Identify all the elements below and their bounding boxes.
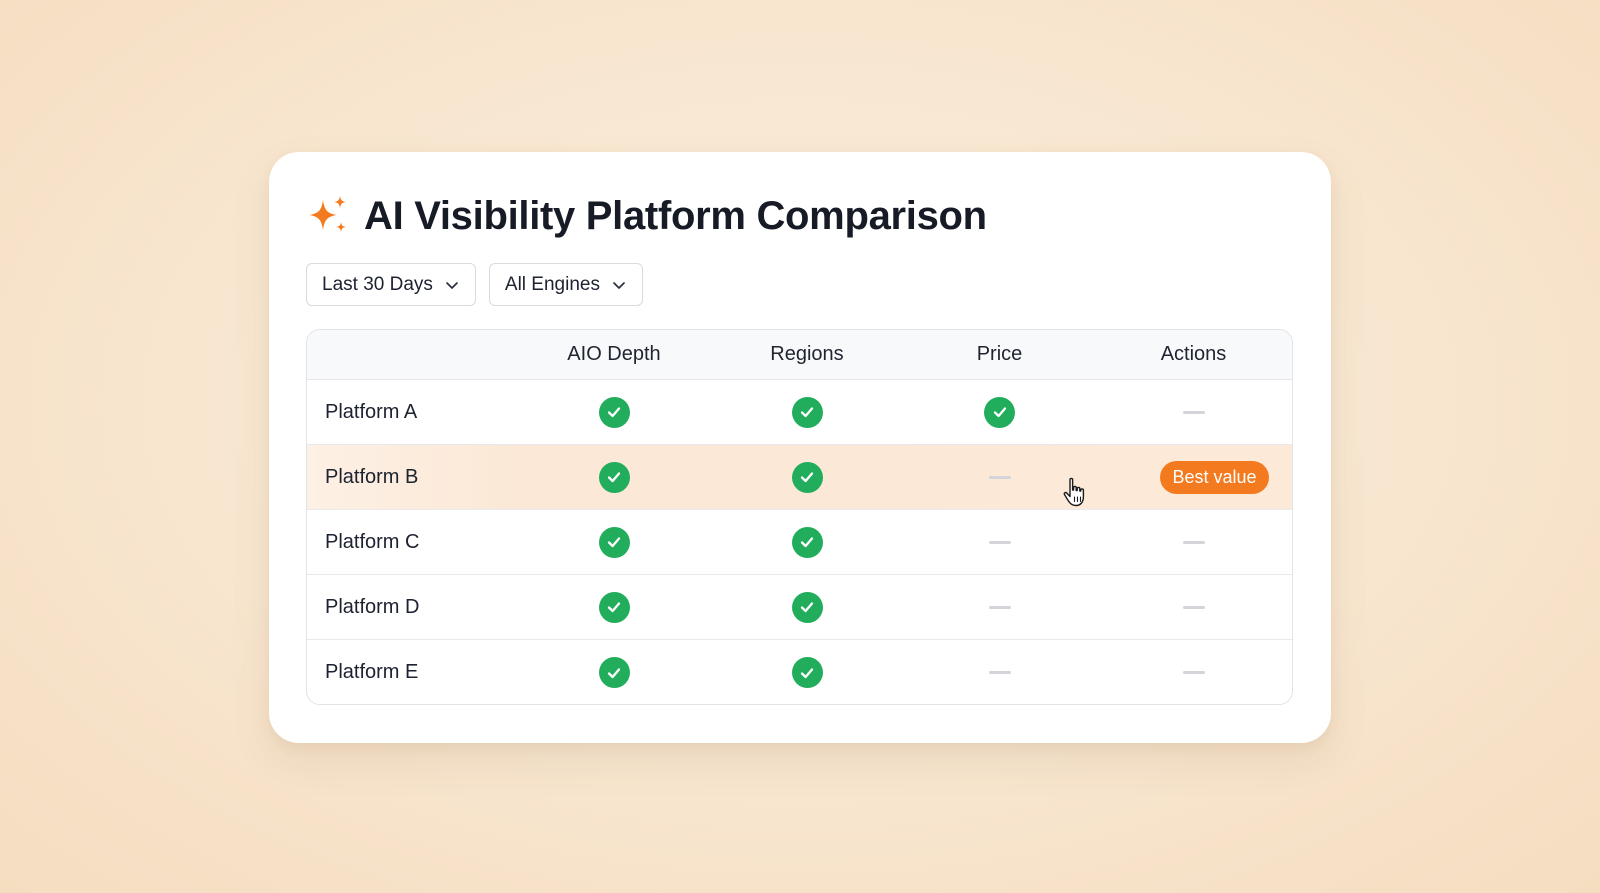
platform-name: Platform D [325, 595, 420, 618]
check-icon [791, 526, 823, 558]
dash-icon [1182, 410, 1205, 414]
check-icon [791, 657, 823, 688]
dash-icon [988, 475, 1011, 479]
regions-cell [711, 575, 903, 639]
check-icon [598, 591, 630, 623]
checkmark-glyph [607, 667, 621, 678]
check-icon [791, 396, 823, 428]
dash-icon [1182, 540, 1205, 544]
dash-icon [988, 671, 1011, 674]
engine-label: All Engines [504, 273, 600, 295]
date-range-label: Last 30 Days [322, 273, 433, 295]
platform-name: Platform B [325, 465, 419, 488]
title-row: AI Visibility Platform Comparison [306, 190, 987, 242]
regions-cell [711, 445, 903, 509]
actions-cell [1096, 640, 1291, 704]
table-row[interactable]: Platform D [307, 575, 1292, 640]
checkmark-glyph [800, 472, 814, 483]
check-icon [598, 657, 630, 688]
price-cell [903, 510, 1096, 574]
checkmark-glyph [993, 407, 1006, 418]
comparison-table: AIO Depth Regions Price Actions Platform… [306, 329, 1293, 705]
best-value-badge: Best value [1160, 460, 1269, 494]
checkmark-glyph [800, 537, 814, 548]
check-icon [984, 396, 1015, 428]
actions-cell [1096, 510, 1291, 574]
regions-cell [711, 380, 903, 444]
engine-dropdown[interactable]: All Engines [488, 263, 643, 306]
column-header-regions[interactable]: Regions [711, 343, 903, 366]
checkmark-glyph [607, 537, 621, 548]
checkmark-glyph [800, 407, 814, 418]
platform-name: Platform E [325, 661, 419, 683]
price-cell [903, 380, 1096, 444]
check-icon [598, 461, 630, 493]
check-icon [598, 526, 630, 558]
column-header-actions: Actions [1160, 343, 1227, 365]
dash-icon [1182, 605, 1205, 609]
table-row[interactable]: Platform B Best value [307, 445, 1292, 510]
actions-cell [1096, 575, 1291, 639]
platform-name: Platform C [325, 530, 420, 553]
checkmark-glyph [607, 472, 621, 483]
table-row[interactable]: Platform C [307, 510, 1292, 575]
page-title: AI Visibility Platform Comparison [364, 193, 987, 238]
table-row[interactable]: Platform E [307, 640, 1292, 704]
aio-depth-cell [517, 575, 711, 639]
chevron-down-icon [613, 281, 625, 289]
regions-cell [711, 510, 903, 574]
hand-cursor-icon [1063, 477, 1085, 507]
regions-cell [711, 640, 903, 704]
actions-cell [1096, 380, 1291, 444]
price-cell [903, 640, 1096, 704]
table-body: Platform A Platform B Best value Platform C… [307, 380, 1292, 704]
chevron-down-icon [446, 281, 458, 289]
checkmark-glyph [800, 667, 814, 678]
checkmark-glyph [607, 407, 621, 418]
price-cell [903, 575, 1096, 639]
filter-bar: Last 30 Days All Engines [306, 263, 643, 306]
checkmark-glyph [800, 602, 814, 613]
dash-icon [988, 605, 1011, 609]
aio-depth-cell [517, 380, 711, 444]
column-header-aio-depth[interactable]: AIO Depth [517, 343, 711, 366]
table-header: AIO Depth Regions Price Actions [307, 330, 1292, 380]
aio-depth-cell [517, 445, 711, 509]
aio-depth-cell [517, 510, 711, 574]
dash-icon [988, 540, 1011, 544]
column-header-price[interactable]: Price [903, 343, 1096, 366]
date-range-dropdown[interactable]: Last 30 Days [306, 263, 476, 306]
comparison-card: AI Visibility Platform Comparison Last 3… [269, 152, 1331, 743]
sparkle-icon [309, 196, 346, 232]
check-icon [598, 396, 630, 428]
platform-name: Platform A [325, 400, 418, 423]
actions-cell: Best value [1096, 445, 1291, 509]
table-row[interactable]: Platform A [307, 380, 1292, 445]
check-icon [791, 461, 823, 493]
check-icon [791, 591, 823, 623]
dash-icon [1182, 671, 1205, 674]
checkmark-glyph [607, 602, 621, 613]
aio-depth-cell [517, 640, 711, 704]
